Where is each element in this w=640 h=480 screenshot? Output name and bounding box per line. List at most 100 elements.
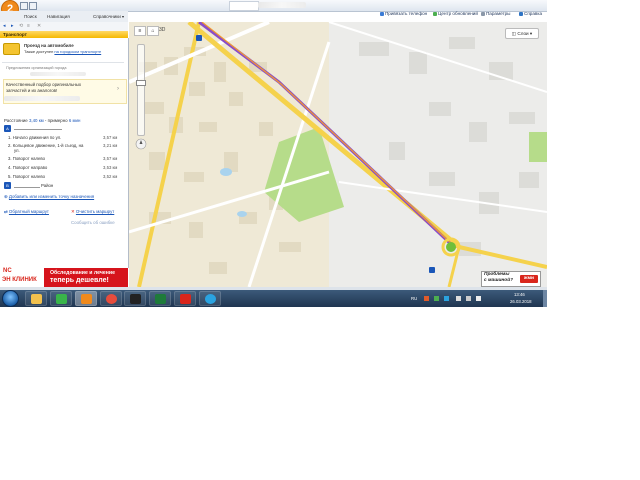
map-ad-badge[interactable]: Проблемы с машиной? жми — [481, 271, 541, 287]
history-icon[interactable]: ⟲ — [19, 23, 23, 29]
window-title-field — [229, 1, 259, 11]
route-panel: Проезд на автомобиле Также доступен на г… — [0, 38, 129, 268]
start-marker-icon: A — [4, 125, 11, 132]
pdf-icon — [180, 294, 191, 304]
window-title-blurred — [258, 2, 306, 8]
list-icon[interactable]: ≡ — [27, 23, 30, 29]
step-2-cont: ул. — [14, 148, 20, 153]
banner-line2: теперь дешевле! — [50, 277, 109, 284]
public-transport-link[interactable]: на городском транспорте — [54, 49, 101, 54]
tray-app-icon-3[interactable] — [444, 296, 449, 301]
chevron-right-icon[interactable]: › — [117, 86, 119, 92]
ad-caption: Предложения организаций города — [6, 66, 67, 70]
map-ad-line1: Проблемы — [484, 272, 510, 277]
tray-app-icon[interactable] — [424, 296, 429, 301]
chrome-icon — [106, 294, 117, 304]
language-indicator[interactable]: RU — [411, 296, 417, 301]
taskbar-app-6[interactable] — [149, 291, 171, 306]
pond-2 — [237, 211, 247, 217]
taskbar-app-2[interactable] — [50, 291, 72, 306]
mode-title: Проезд на автомобиле — [24, 43, 74, 48]
end-marker-icon: B — [4, 182, 11, 189]
layers-button[interactable]: ◫ Слои ▾ — [505, 28, 539, 39]
puzzle-app-icon — [56, 294, 67, 304]
reverse-route-link[interactable]: ⇄ Обратный маршрут — [4, 209, 49, 215]
flag-icon[interactable] — [476, 296, 481, 301]
ad-banner[interactable]: NC ЭН КЛИНИК Обследование и лечение тепе… — [0, 268, 128, 287]
tray-app-icon-2[interactable] — [434, 296, 439, 301]
close-icon[interactable]: ✕ — [37, 23, 41, 29]
banner-line1: Обследование и лечение — [50, 270, 115, 276]
telegram-icon — [205, 294, 216, 304]
chevron-down-icon[interactable]: ▾ — [122, 14, 124, 19]
step-1[interactable]: 1. Начало движения по ул. — [8, 135, 61, 140]
clock-date[interactable]: 26.03.2018 — [510, 299, 532, 304]
update-icon — [433, 11, 437, 16]
phone-icon — [380, 11, 384, 16]
settings-icon — [481, 11, 485, 16]
roundabout-center — [446, 242, 456, 252]
start-button[interactable] — [2, 290, 19, 307]
panel-header: Транспорт — [0, 31, 128, 38]
industrial-area — [329, 22, 547, 287]
2gis-app-icon — [81, 294, 92, 304]
car-icon — [3, 43, 20, 55]
ad-banner-logo: NC ЭН КЛИНИК — [0, 268, 44, 287]
map-ad-cta[interactable]: жми — [520, 275, 538, 283]
add-stop-link[interactable]: ⊕ Добавить или изменить точку назначения — [4, 194, 94, 200]
back-arrow-icon[interactable]: ◂ — [3, 23, 6, 29]
link-bind-phone[interactable]: Привязать телефон — [380, 11, 427, 16]
tab-search[interactable]: Поиск — [24, 14, 37, 19]
map-list-icon[interactable]: ≡ — [134, 26, 146, 36]
link-update-center[interactable]: Центр обновлений — [433, 11, 478, 16]
clock-time[interactable]: 13:46 — [514, 292, 525, 297]
banner-mark: NC — [3, 268, 12, 274]
end-address-underline[interactable] — [14, 187, 40, 188]
explorer-icon — [31, 294, 42, 304]
taskbar-app-8[interactable] — [199, 291, 221, 306]
step-5-dist: 3,52 км — [103, 174, 118, 179]
mode-subtitle: Также доступен на городском транспорте — [24, 49, 102, 54]
route-start-marker[interactable] — [196, 35, 202, 41]
excel-icon — [155, 294, 166, 304]
report-error-link[interactable]: Сообщить об ошибке — [71, 220, 115, 225]
show-desktop-button[interactable] — [543, 290, 547, 307]
ad-text-line1: Качественный подбор оригинальных — [6, 82, 82, 87]
step-4-dist: 3,53 км — [103, 165, 118, 170]
park-east — [529, 132, 547, 162]
clear-route-link[interactable]: ✕ Очистить маршрут — [71, 209, 114, 215]
taskbar-app-7[interactable] — [174, 291, 196, 306]
directory-select[interactable]: Справочники — [93, 14, 121, 19]
taskbar-app-4[interactable] — [100, 291, 122, 306]
taskbar-app-1[interactable] — [25, 291, 47, 306]
zoom-handle[interactable] — [136, 80, 146, 86]
step-1-dist: 3,57 км — [103, 135, 118, 140]
layers-icon: ◫ — [511, 31, 517, 36]
map-svg[interactable] — [129, 22, 547, 287]
step-4[interactable]: 4. Поворот направо — [8, 165, 47, 170]
end-district: Район — [41, 183, 54, 188]
ad-blurred-name — [30, 72, 86, 76]
start-address-underline[interactable] — [14, 129, 62, 130]
link-help[interactable]: Справка — [519, 11, 542, 16]
map-ad-line2: с машиной? — [484, 278, 514, 283]
taskbar-app-5[interactable] — [124, 291, 146, 306]
print-icon[interactable] — [29, 2, 37, 10]
network-icon[interactable] — [456, 296, 461, 301]
help-icon — [519, 11, 523, 16]
forward-arrow-icon[interactable]: ▸ — [11, 23, 14, 29]
zoom-slider[interactable] — [137, 44, 145, 136]
back-icon[interactable] — [20, 2, 28, 10]
map-canvas[interactable]: ≡ ⌂ 3D ◫ Слои ▾ Проблемы с машиной? жми — [129, 22, 547, 287]
route-end-marker[interactable] — [429, 267, 435, 273]
plus-icon: ⊕ — [4, 194, 8, 199]
map-ruler-icon[interactable]: ⌂ — [147, 26, 159, 36]
tab-navigation[interactable]: Навигация — [47, 14, 70, 19]
step-5[interactable]: 5. Поворот налево — [8, 174, 45, 179]
link-settings[interactable]: Параметры — [481, 11, 511, 16]
step-3[interactable]: 3. Поворот налево — [8, 156, 45, 161]
taskbar-app-3[interactable] — [75, 291, 97, 306]
banner-brand: ЭН КЛИНИК — [2, 277, 37, 283]
view-3d-toggle[interactable]: 3D — [159, 27, 165, 33]
volume-icon[interactable] — [466, 296, 471, 301]
